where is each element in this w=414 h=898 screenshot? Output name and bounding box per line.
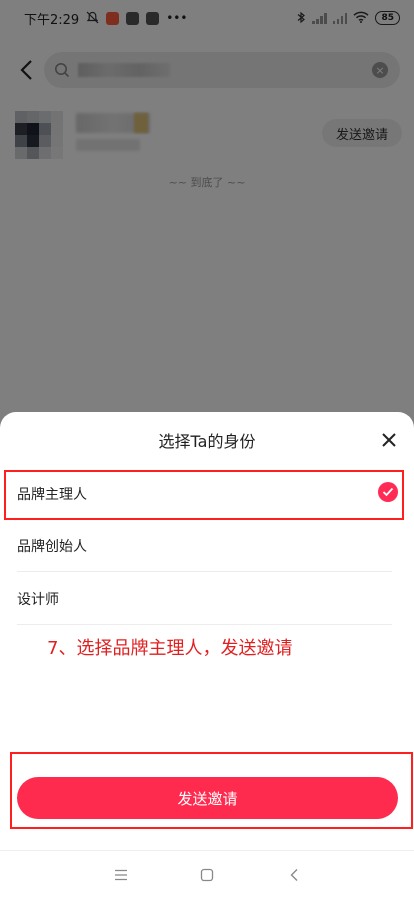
option-label: 设计师: [17, 591, 59, 608]
nav-menu-icon: [115, 869, 127, 881]
close-icon: [382, 433, 396, 447]
nav-home-icon: [200, 868, 214, 882]
system-nav-bar: [0, 850, 414, 898]
sheet-title: 选择Ta的身份: [158, 432, 256, 451]
nav-back-icon: [290, 869, 298, 881]
option-brand-founder[interactable]: 品牌创始人: [17, 520, 392, 572]
option-label: 品牌创始人: [17, 538, 87, 555]
nav-home-button[interactable]: [197, 865, 217, 885]
identity-bottom-sheet: 选择Ta的身份 品牌主理人 品牌创始人 设计师 7、选择品牌主理人，发送邀请 发…: [0, 412, 414, 850]
close-button[interactable]: [378, 429, 400, 451]
option-designer[interactable]: 设计师: [17, 573, 392, 625]
send-invite-button[interactable]: 发送邀请: [17, 777, 398, 819]
nav-back-button[interactable]: [284, 865, 304, 885]
annotation-text: 7、选择品牌主理人，发送邀请: [47, 638, 293, 659]
nav-menu-button[interactable]: [111, 865, 131, 885]
annotation-highlight-box: [4, 470, 404, 520]
